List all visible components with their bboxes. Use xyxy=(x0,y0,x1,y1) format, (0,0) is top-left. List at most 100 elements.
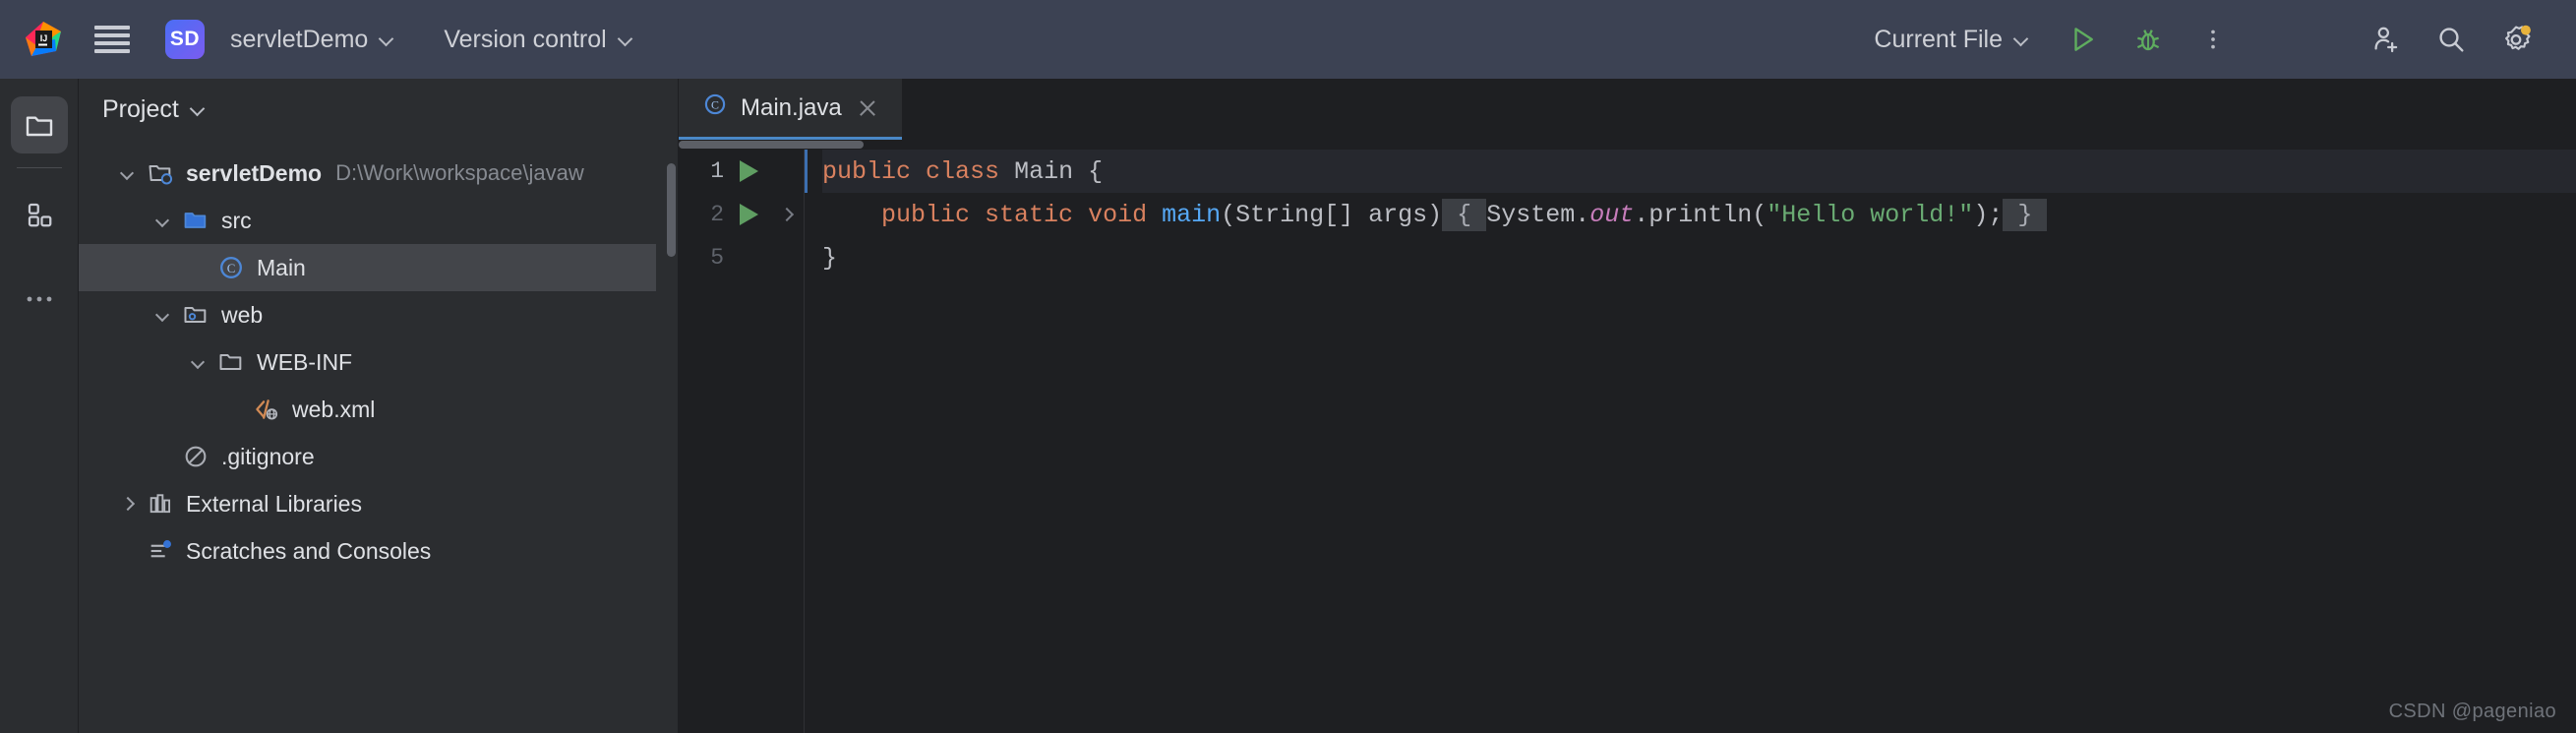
tree-row-web[interactable]: web xyxy=(79,291,678,338)
tree-row-web-xml[interactable]: web.xml xyxy=(79,386,678,433)
tree-label: External Libraries xyxy=(186,490,362,517)
chevron-down-icon xyxy=(380,32,394,47)
tree-row-scratches[interactable]: Scratches and Consoles xyxy=(79,527,678,575)
toolwindow-project-button[interactable] xyxy=(10,96,68,153)
editor-horizontal-scrollbar[interactable] xyxy=(679,140,2576,150)
keyword-class: class xyxy=(926,156,1000,186)
folded-close-brace[interactable]: } xyxy=(2003,198,2048,231)
add-user-button[interactable] xyxy=(2354,12,2419,67)
fold-expand-button[interactable] xyxy=(773,209,799,221)
tree-label: .gitignore xyxy=(221,443,315,469)
run-button[interactable] xyxy=(2051,12,2116,67)
search-button[interactable] xyxy=(2419,12,2484,67)
chevron-down-icon xyxy=(156,309,169,322)
method-params: (String[] args) xyxy=(1221,200,1443,229)
more-options-button[interactable] xyxy=(2181,12,2246,67)
gutter-line-5: 5 xyxy=(679,236,805,279)
expand-twisty[interactable] xyxy=(110,167,144,180)
tree-label: servletDemo xyxy=(186,159,323,186)
project-folder-icon xyxy=(26,116,52,137)
tree-label: Scratches and Consoles xyxy=(186,537,432,564)
web-folder-icon xyxy=(179,301,212,329)
folded-open-brace[interactable]: { xyxy=(1442,198,1487,231)
project-panel-header[interactable]: Project xyxy=(79,79,678,140)
expand-twisty[interactable] xyxy=(146,214,179,227)
more-vertical-icon xyxy=(2211,30,2215,49)
caret-indicator xyxy=(805,150,808,193)
run-configuration-selector[interactable]: Current File xyxy=(1864,20,2039,60)
tree-row-src[interactable]: src xyxy=(79,197,678,244)
search-icon xyxy=(2439,28,2464,52)
settings-gear-icon xyxy=(2505,25,2531,50)
java-class-icon: C xyxy=(702,92,728,124)
toolbar-right-group: Current File xyxy=(1864,12,2548,67)
gutter-run-button[interactable] xyxy=(732,204,765,225)
editor-area: C Main.java 1 2 5 public class Main {pu… xyxy=(679,79,2576,733)
settings-button[interactable] xyxy=(2484,12,2548,67)
editor-gutter: 1 2 5 xyxy=(679,150,805,733)
add-user-icon xyxy=(2374,27,2398,53)
run-play-icon xyxy=(739,204,758,225)
open-brace: { xyxy=(1088,156,1104,186)
chevron-right-icon xyxy=(780,209,793,221)
hamburger-menu-icon[interactable] xyxy=(94,26,130,53)
tree-row-web-inf[interactable]: WEB-INF xyxy=(79,338,678,386)
expand-twisty[interactable] xyxy=(181,356,214,369)
toolstrip-more-button[interactable] xyxy=(11,271,68,328)
gutter-line-1: 1 xyxy=(679,150,805,193)
tree-row-external-libraries[interactable]: External Libraries xyxy=(79,480,678,527)
svg-text:C: C xyxy=(711,98,719,112)
tree-label: Main xyxy=(257,254,306,280)
expand-twisty[interactable] xyxy=(146,309,179,322)
system-reference: System. xyxy=(1486,200,1590,229)
chevron-down-icon xyxy=(191,102,206,117)
chevron-down-icon xyxy=(192,356,205,369)
tree-row-servletdemo[interactable]: servletDemo D:\Work\workspace\javaw xyxy=(79,150,678,197)
project-panel-scrollbar[interactable] xyxy=(667,163,676,257)
app-body: Project servletDemo D:\Work\workspace\ja… xyxy=(0,79,2576,733)
close-icon[interactable] xyxy=(855,95,880,121)
method-name-main: main xyxy=(1162,200,1222,229)
project-badge: SD xyxy=(165,20,205,59)
debug-button[interactable] xyxy=(2116,12,2181,67)
tree-row-main[interactable]: C Main xyxy=(79,244,656,291)
tree-label: web xyxy=(221,301,264,328)
expand-twisty[interactable] xyxy=(110,498,144,511)
code-line-2: public static void main (String[] args) {… xyxy=(822,193,2576,236)
toolwindow-structure-button[interactable] xyxy=(11,186,68,243)
project-tree: servletDemo D:\Work\workspace\javaw src xyxy=(79,140,678,575)
scrollbar-thumb[interactable] xyxy=(679,141,864,149)
run-config-label: Current File xyxy=(1874,25,2003,53)
tree-row-gitignore[interactable]: .gitignore xyxy=(79,433,678,480)
editor-tab-main-java[interactable]: C Main.java xyxy=(679,79,902,140)
class-name: Main xyxy=(1014,156,1074,186)
gitignore-icon xyxy=(179,443,212,470)
tree-label: src xyxy=(221,207,252,233)
code-text[interactable]: public class Main { public static void m… xyxy=(805,150,2576,733)
editor-tab-label: Main.java xyxy=(741,93,842,121)
tree-label: web.xml xyxy=(292,396,376,422)
gutter-line-2: 2 xyxy=(679,193,805,236)
code-line-5: } xyxy=(822,236,2576,279)
libraries-icon xyxy=(144,490,177,518)
notification-badge xyxy=(2520,25,2531,35)
folder-icon xyxy=(214,348,248,376)
string-literal: "Hello world!" xyxy=(1767,200,1974,229)
more-horizontal-icon xyxy=(27,296,51,302)
run-play-icon xyxy=(2074,28,2093,51)
project-selector[interactable]: SD servletDemo xyxy=(165,14,404,65)
xml-file-icon xyxy=(250,396,283,423)
toolbar-left-group: IJ SD servletDemo Version control xyxy=(24,14,643,65)
code-line-1: public class Main { xyxy=(822,150,2576,193)
gutter-run-button[interactable] xyxy=(732,160,765,182)
left-tool-strip xyxy=(0,79,79,733)
version-control-menu[interactable]: Version control xyxy=(434,20,642,60)
version-control-label: Version control xyxy=(444,25,607,53)
